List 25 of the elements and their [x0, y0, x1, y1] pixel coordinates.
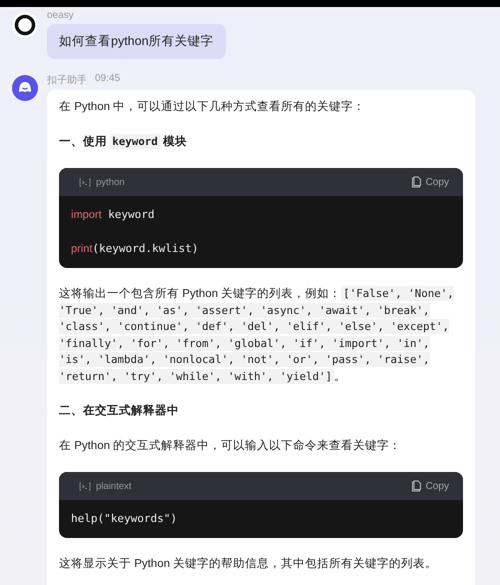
- bot-avatar-icon: [12, 75, 38, 101]
- code-text: help("keywords"): [71, 512, 177, 525]
- copy-button[interactable]: Copy: [408, 174, 451, 190]
- code-language: plaintext: [79, 480, 132, 492]
- code-keyword: import: [71, 209, 102, 221]
- code-text: keyword: [107, 208, 155, 221]
- terminal-icon: [79, 482, 91, 490]
- copy-icon: [410, 176, 422, 188]
- section-heading: 一、使用 keyword 模块: [59, 134, 188, 150]
- section-heading: 二、在交互式解释器中: [59, 403, 180, 419]
- code-language: python: [79, 176, 125, 188]
- copy-button[interactable]: Copy: [408, 478, 451, 494]
- terminal-icon: [79, 178, 91, 186]
- paragraph: 这将输出一个包含所有 Python 关键字的列表，例如： ['False', 'None', 'True', 'and', 'as', 'assert', 'async', 'await', 'break', 'class', 'continue', 'def', 'del', 'elif', 'else', 'except', 'finally', 'for', 'from', 'global', 'if', 'import', 'in', 'is', 'lambda', 'nonlocal', 'not', 'or', 'pass', 'raise', 'return', 'try', 'while', 'with', 'yield'] 。: [59, 286, 455, 385]
- user-message: 如何查看python所有关键字: [47, 24, 226, 59]
- copy-icon: [410, 480, 422, 492]
- sender-name: oeasy: [47, 10, 75, 21]
- sender-name: 扣子助手: [47, 74, 87, 87]
- message-time: 09:45: [95, 73, 120, 86]
- code-text: (keyword.kwlist): [92, 242, 198, 255]
- paragraph: 这将显示关于 Python 关键字的帮助信息，其中包括所有关键字的列表。: [59, 556, 438, 572]
- avatar-icon: [12, 12, 38, 38]
- paragraph: 在 Python 中，可以通过以下几种方式查看所有的关键字：: [59, 99, 366, 115]
- code-keyword: print: [71, 243, 92, 255]
- paragraph: 在 Python 的交互式解释器中，可以输入以下命令来查看关键字：: [59, 438, 402, 454]
